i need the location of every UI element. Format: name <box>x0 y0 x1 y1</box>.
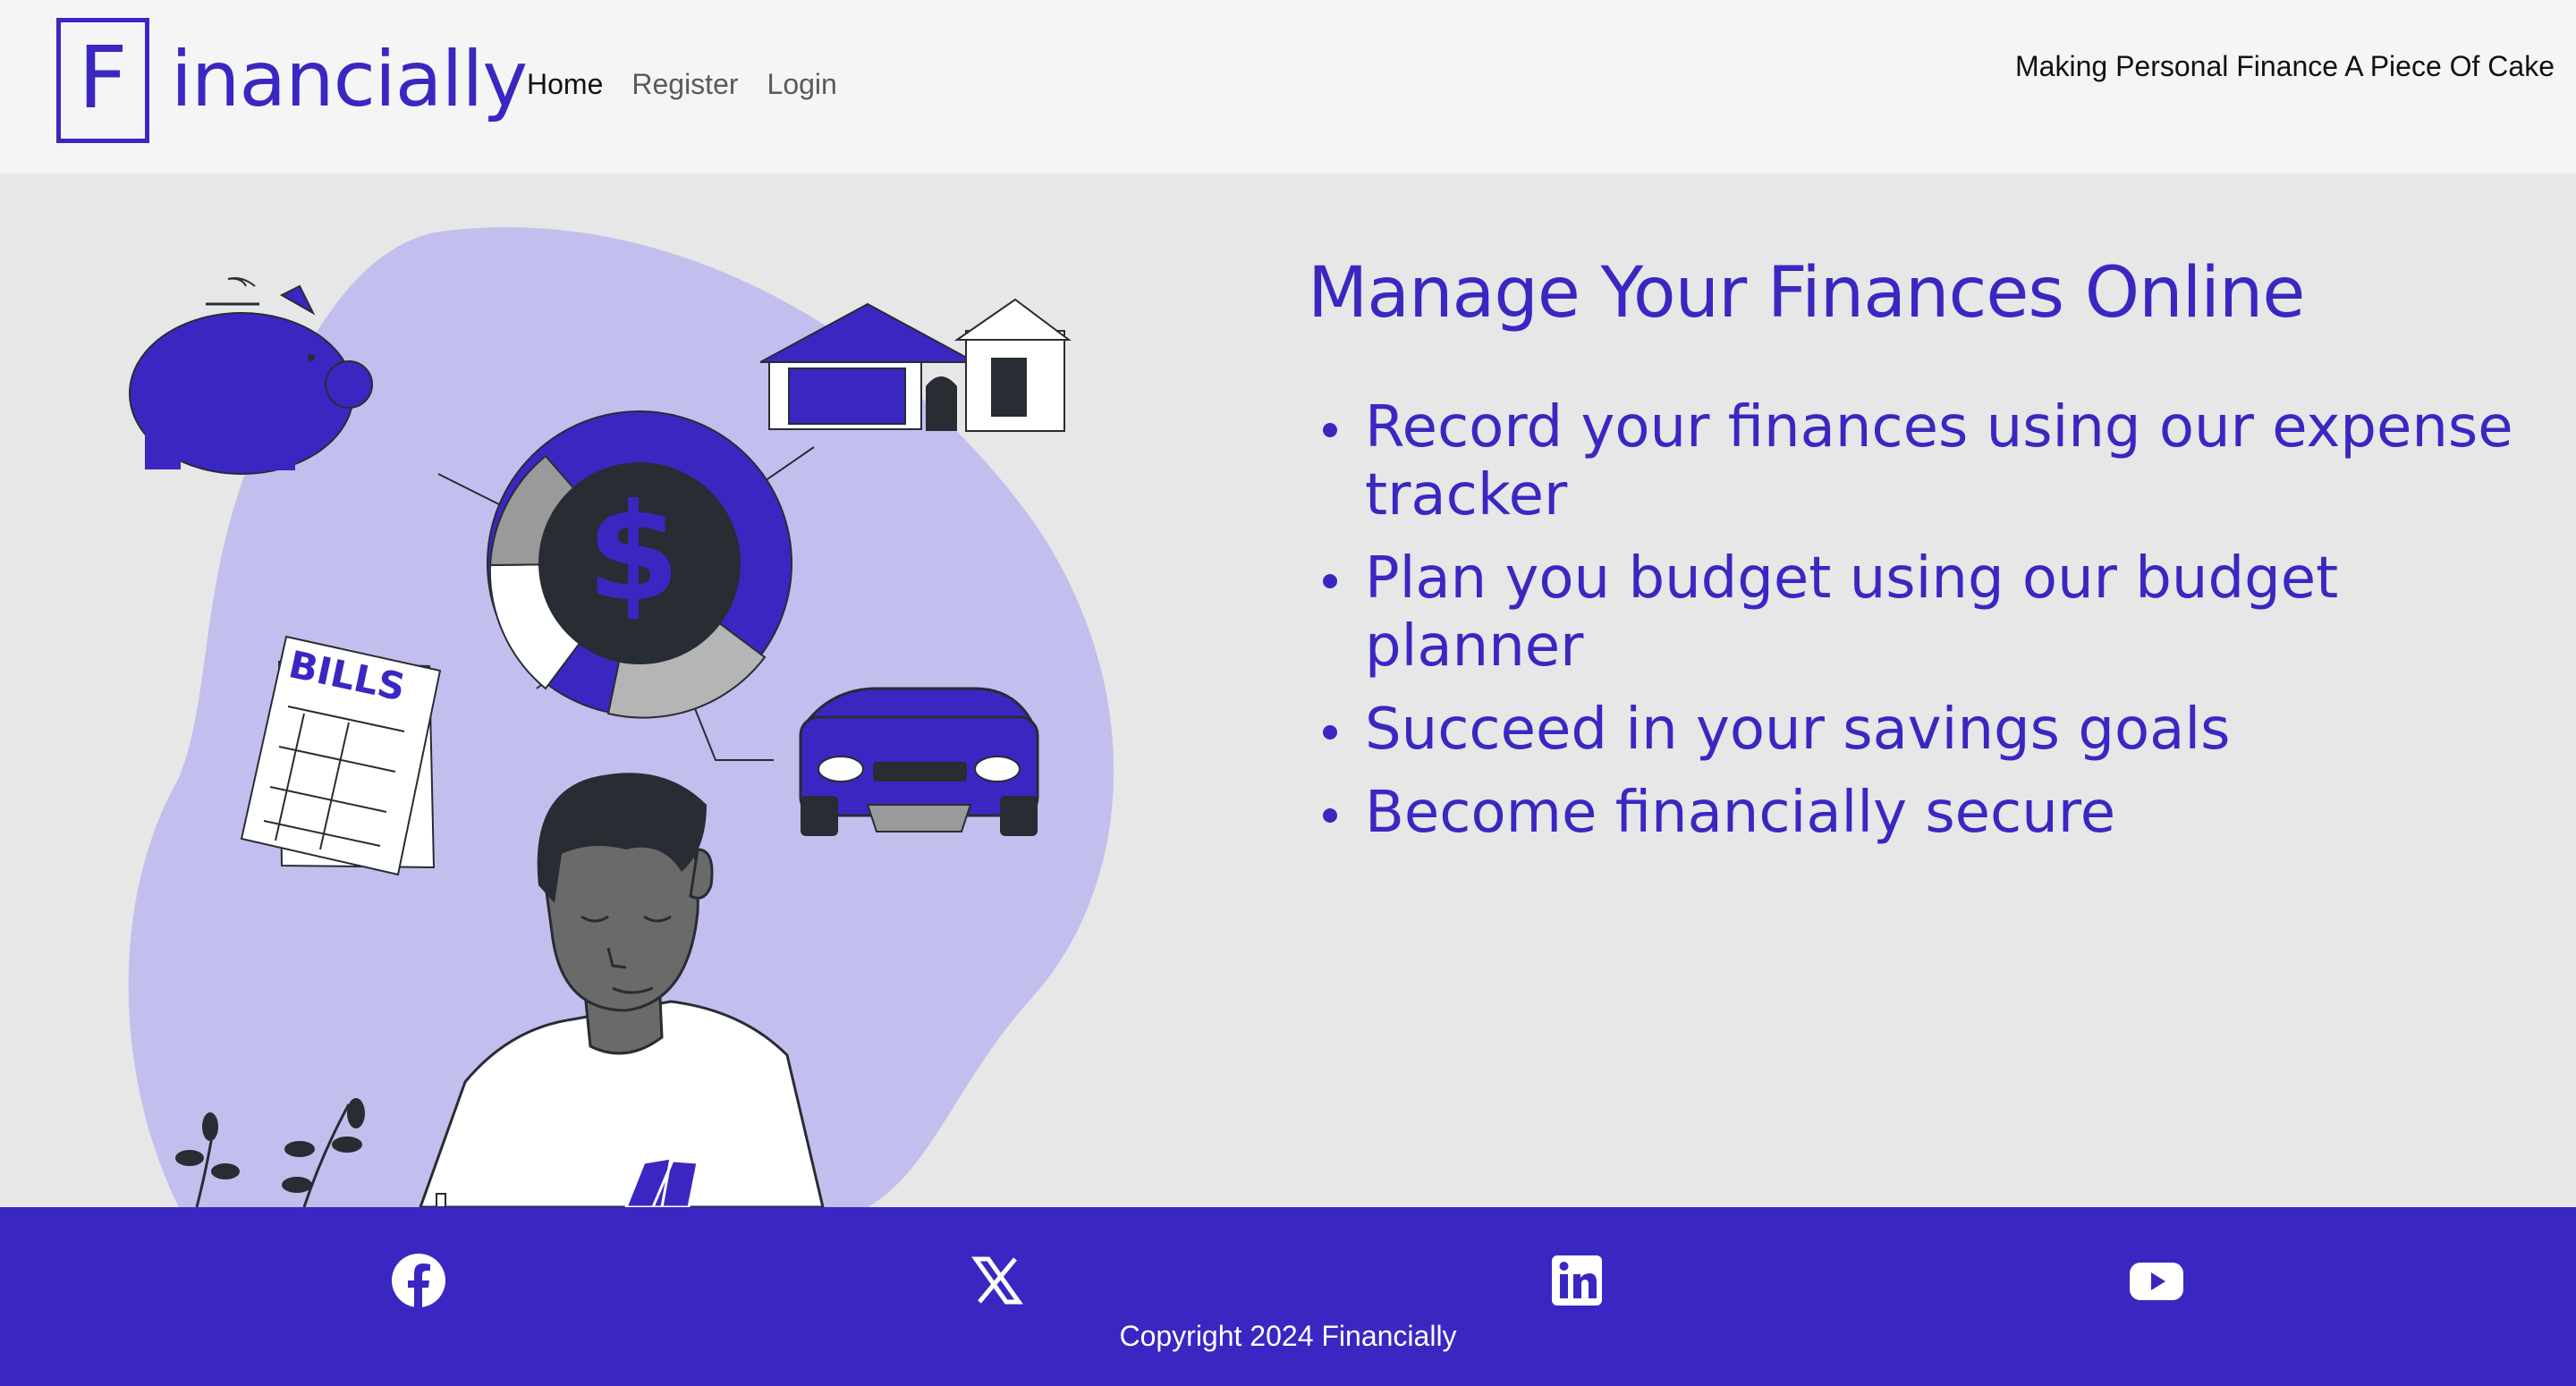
facebook-icon <box>392 1254 445 1307</box>
copyright-text: Copyright 2024 Financially <box>1119 1320 1457 1352</box>
feature-list: Record your finances using our expense t… <box>1308 393 2542 847</box>
main-nav: Home Register Login <box>527 63 837 106</box>
facebook-link[interactable] <box>390 1252 447 1309</box>
feature-item: Succeed in your savings goals <box>1323 696 2542 764</box>
nav-register[interactable]: Register <box>631 63 738 106</box>
linkedin-icon <box>1552 1255 1602 1306</box>
hero-illustration: $ BILLS <box>128 227 1114 1207</box>
logo-letter: F <box>78 28 128 128</box>
x-link[interactable] <box>969 1252 1026 1309</box>
site-footer: Copyright 2024 Financially <box>0 1207 2576 1386</box>
feature-item: Record your finances using our expense t… <box>1323 393 2542 529</box>
x-icon <box>971 1256 1023 1305</box>
car-icon <box>799 687 1039 836</box>
dollar-symbol: $ <box>587 476 680 631</box>
nav-home[interactable]: Home <box>527 63 603 106</box>
feature-item: Become financially secure <box>1323 779 2542 847</box>
feature-item: Plan you budget using our budget planner <box>1323 545 2542 680</box>
page-title: Manage Your Finances Online <box>1308 253 2305 334</box>
youtube-icon <box>2130 1263 2183 1300</box>
logo-wordmark: inancially <box>171 35 528 124</box>
nav-login[interactable]: Login <box>767 63 837 106</box>
linkedin-link[interactable] <box>1548 1252 1606 1309</box>
tagline: Making Personal Finance A Piece Of Cake <box>2015 50 2555 82</box>
hero-content: Manage Your Finances Online Record your … <box>1308 250 2542 862</box>
site-header: F inancially Home Register Login Making … <box>0 0 2576 173</box>
youtube-link[interactable] <box>2128 1252 2185 1309</box>
